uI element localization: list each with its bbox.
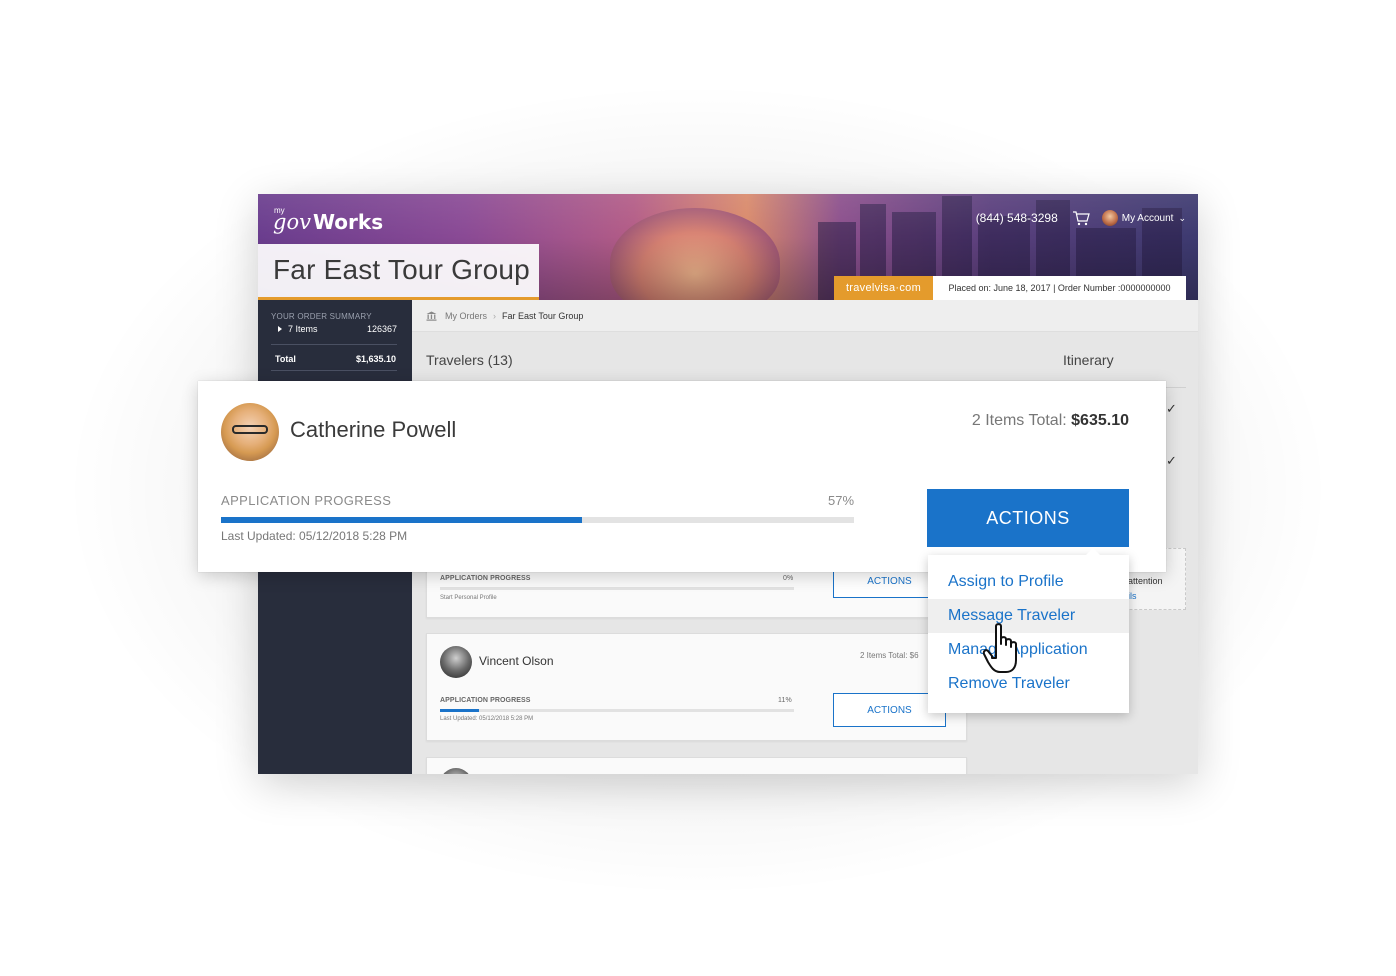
breadcrumb-separator: ›	[493, 310, 497, 321]
page-title: Far East Tour Group	[273, 254, 530, 285]
menu-item-manage-application[interactable]: Manage Application	[928, 633, 1129, 667]
traveler-name[interactable]: Vincent Olson	[479, 654, 554, 668]
logo-works: Works	[312, 210, 384, 234]
building-icon	[426, 311, 437, 321]
progress-bar	[221, 517, 854, 523]
menu-item-remove-traveler[interactable]: Remove Traveler	[928, 667, 1129, 701]
last-updated: Last Updated: 05/12/2018 5:28 PM	[440, 716, 534, 722]
progress-label: APPLICATION PROGRESS	[440, 697, 531, 704]
items-total: 2 Items Total: $6	[860, 651, 919, 660]
attention-text: attention	[1128, 576, 1163, 586]
progress-fill	[221, 517, 582, 523]
items-value: 126367	[366, 324, 397, 334]
logo-my: my	[274, 206, 285, 215]
breadcrumb-current: Far East Tour Group	[502, 310, 584, 321]
featured-traveler-card: Catherine Powell 2 Items Total: $635.10 …	[198, 381, 1166, 572]
order-summary-label: YOUR ORDER SUMMARY	[271, 312, 372, 321]
progress-percent: 57%	[828, 493, 855, 508]
progress-label: APPLICATION PROGRESS	[440, 575, 531, 582]
avatar	[440, 646, 472, 678]
account-avatar[interactable]	[1101, 210, 1118, 226]
avatar-glasses	[232, 425, 268, 434]
divider	[271, 344, 397, 345]
traveler-card: Vincent Olson 2 Items Total: $6 APPLICAT…	[426, 633, 967, 741]
menu-item-message-traveler[interactable]: Message Traveler	[928, 599, 1129, 633]
items-toggle[interactable]: 7 Items 126367	[278, 324, 397, 334]
progress-bar	[440, 709, 794, 712]
breadcrumb: My Orders › Far East Tour Group	[412, 300, 1198, 332]
items-total-label: 2 Items Total:	[971, 412, 1072, 429]
progress-percent: 0%	[783, 575, 794, 582]
page-title-box: Far East Tour Group	[258, 244, 539, 300]
last-updated: Last Updated: 05/12/2018 5:28 PM	[221, 529, 408, 543]
hero-banner: my gov Works (844) 548-3298 My Account ⌄…	[258, 194, 1198, 300]
menu-item-assign-to-profile[interactable]: Assign to Profile	[928, 565, 1129, 599]
progress-percent: 11%	[778, 697, 792, 704]
check-icon: ✓	[1166, 401, 1177, 416]
avatar	[221, 403, 279, 461]
avatar	[440, 768, 472, 774]
top-nav: (844) 548-3298 My Account ⌄	[976, 210, 1186, 226]
actions-button[interactable]: ACTIONS	[927, 489, 1129, 547]
caret-right-icon	[278, 326, 282, 332]
items-total: 2 Items Total: $635.10	[972, 412, 1129, 430]
traveler-name[interactable]: Catherine Powell	[290, 417, 456, 443]
progress-subtext: Start Personal Profile	[440, 595, 497, 601]
items-total-value: $635.10	[1071, 412, 1129, 429]
travelvisa-badge: travelvisa·com	[834, 276, 933, 300]
attention-details-link[interactable]: ils	[1128, 591, 1137, 601]
itinerary-heading: Itinerary	[1063, 352, 1114, 368]
total-label: Total	[275, 354, 296, 364]
order-info: Placed on: June 18, 2017 | Order Number …	[933, 276, 1186, 300]
cart-icon[interactable]	[1072, 210, 1090, 226]
total-row: Total $1,635.10	[275, 354, 396, 364]
progress-fill	[440, 709, 479, 712]
traveler-card	[426, 757, 967, 774]
travelers-heading: Travelers (13)	[426, 352, 513, 368]
progress-bar	[440, 587, 794, 590]
actions-menu: Assign to Profile Message Traveler Manag…	[928, 548, 1129, 713]
chevron-down-icon[interactable]: ⌄	[1178, 213, 1186, 224]
govworks-logo[interactable]: my gov Works	[273, 204, 383, 234]
menu-caret	[1086, 548, 1100, 555]
divider	[271, 370, 397, 371]
total-value: $1,635.10	[355, 354, 396, 364]
items-count: 7 Items	[288, 324, 318, 334]
phone-number[interactable]: (844) 548-3298	[976, 211, 1058, 225]
check-icon: ✓	[1166, 453, 1177, 468]
hand-cursor-icon	[982, 623, 1017, 673]
my-account-link[interactable]: My Account	[1122, 213, 1174, 224]
breadcrumb-my-orders[interactable]: My Orders	[445, 311, 487, 321]
progress-label: APPLICATION PROGRESS	[221, 493, 392, 508]
